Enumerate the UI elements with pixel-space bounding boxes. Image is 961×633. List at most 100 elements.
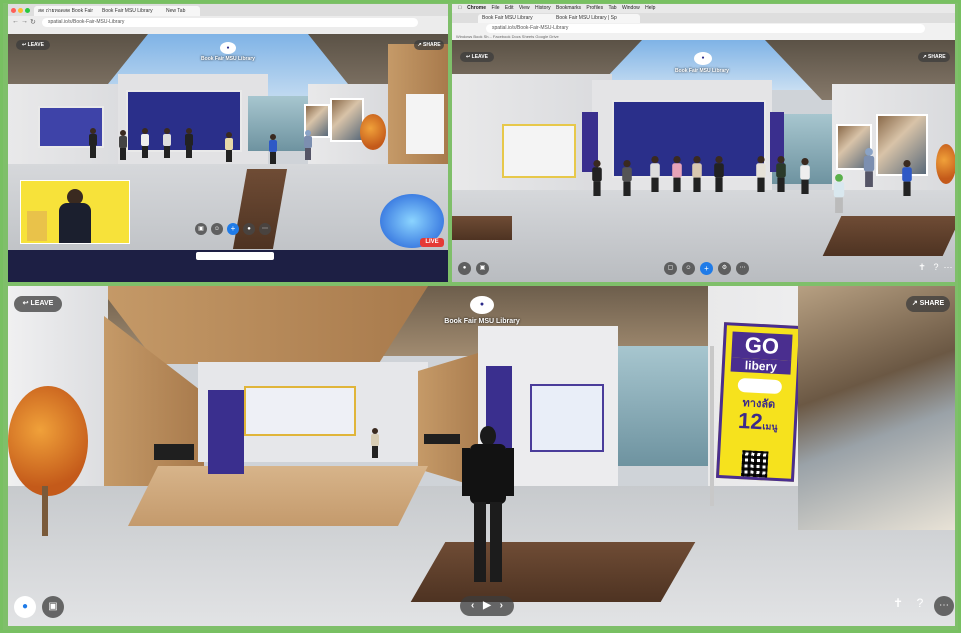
reload-icon[interactable]: ↻: [30, 18, 36, 26]
banner-logo: [737, 377, 783, 395]
taskbar-icons: [196, 252, 274, 260]
tab-live[interactable]: สด ถ่ายทอดสด Book Fair: [34, 6, 102, 16]
leave-icon: ↩: [22, 300, 29, 307]
share-label: SHARE: [928, 54, 946, 60]
alcove-bench-left: [154, 444, 194, 460]
emote-carousel[interactable]: ‹ ▶ ›: [460, 596, 514, 616]
menu-profiles[interactable]: Profiles: [586, 5, 603, 11]
camera-icon[interactable]: ▣: [476, 262, 489, 275]
panel-bottom: GO libery ทางลัด 12เมนู Book Fair MSU Li…: [8, 286, 955, 626]
chevron-left-icon[interactable]: ‹: [471, 600, 474, 611]
menu-icon[interactable]: ⋯: [942, 262, 954, 273]
center-screen: [530, 384, 604, 452]
alcove-bench-right: [424, 434, 460, 444]
menu-file[interactable]: File: [491, 5, 499, 11]
more-icon[interactable]: ⋯: [259, 223, 271, 235]
avatar: [138, 128, 152, 160]
avatar: [708, 156, 730, 204]
help-icon[interactable]: ?: [930, 262, 942, 272]
tab-bar: Book Fair MSU Library Book Fair MSU Libr…: [452, 13, 955, 23]
menu-help[interactable]: Help: [645, 5, 655, 11]
banner-pole: [710, 346, 714, 506]
menu-chrome[interactable]: Chrome: [467, 5, 486, 11]
leave-icon: ↩: [466, 54, 471, 60]
tab-new[interactable]: New Tab: [162, 6, 200, 16]
forward-icon[interactable]: →: [21, 18, 28, 25]
avatar: [222, 132, 236, 164]
avatar: [794, 158, 816, 206]
avatar: [825, 174, 854, 226]
avatar: [586, 160, 608, 208]
mic-icon[interactable]: ●: [14, 596, 36, 618]
avatar: [266, 134, 280, 166]
white-frame: [406, 94, 444, 154]
autumn-tree: [936, 144, 955, 184]
avatar: [855, 148, 884, 200]
avatar: [182, 128, 196, 160]
avatar: [300, 130, 316, 162]
room-logo: ●: [220, 42, 236, 54]
leave-button[interactable]: ↩ LEAVE: [460, 52, 494, 62]
apple-icon[interactable]: : [458, 5, 462, 11]
person-icon[interactable]: ✝: [916, 262, 928, 273]
avatar: [770, 156, 792, 204]
left-poster: [208, 390, 244, 474]
menu-bookmarks[interactable]: Bookmarks: [556, 5, 581, 11]
mic-icon[interactable]: ●: [458, 262, 471, 275]
leave-button[interactable]: ↩ LEAVE: [14, 296, 62, 312]
gear-icon[interactable]: ⚙: [718, 262, 731, 275]
share-button[interactable]: ↗ SHARE: [414, 40, 444, 50]
window-glass: [618, 346, 718, 466]
minimize-window-icon[interactable]: [18, 8, 23, 13]
leave-button[interactable]: ↩ LEAVE: [16, 40, 50, 50]
mic-icon[interactable]: ●: [243, 223, 255, 235]
banner-go: GO: [731, 331, 793, 361]
share-button[interactable]: ↗ SHARE: [906, 296, 950, 312]
more-icon[interactable]: ⋯: [736, 262, 749, 275]
play-icon[interactable]: ▶: [483, 600, 491, 611]
url-bar[interactable]: spatial.io/s/Book-Fair-MSU-Library: [42, 18, 418, 27]
emoji-icon[interactable]: ☺: [211, 223, 223, 235]
tab-bookfair[interactable]: Book Fair MSU Library: [98, 6, 166, 16]
webcam-overlay: [20, 180, 130, 244]
autumn-tree: [8, 386, 88, 496]
tree-trunk: [42, 486, 48, 536]
menu-window[interactable]: Window: [622, 5, 640, 11]
qr-code: [741, 450, 769, 478]
share-icon: ↗: [911, 300, 918, 307]
menu-history[interactable]: History: [535, 5, 551, 11]
bench-left: [452, 216, 512, 240]
help-icon[interactable]: ?: [912, 596, 928, 610]
menu-tab[interactable]: Tab: [608, 5, 616, 11]
plus-icon[interactable]: +: [700, 262, 713, 275]
close-window-icon[interactable]: [11, 8, 16, 13]
avatar: [666, 156, 688, 204]
avatar: [86, 128, 100, 160]
wood-floor: [128, 466, 428, 526]
camera-icon[interactable]: ▣: [42, 596, 64, 618]
room-title: Book Fair MSU Library: [201, 56, 255, 62]
panel-top-right:  Chrome File Edit View History Bookmark…: [452, 4, 955, 282]
avatar: [686, 156, 708, 204]
menu-view[interactable]: View: [519, 5, 530, 11]
avatar: [644, 156, 666, 204]
screen-share-icon[interactable]: ▢: [664, 262, 677, 275]
person-icon[interactable]: ✝: [890, 596, 906, 610]
browser-chrome: สด ถ่ายทอดสด Book Fair Book Fair MSU Lib…: [8, 4, 448, 35]
tab-bar: สด ถ่ายทอดสด Book Fair Book Fair MSU Lib…: [8, 4, 448, 16]
back-icon[interactable]: ←: [12, 18, 19, 25]
more-icon[interactable]: ⋯: [934, 596, 954, 616]
banner-menu: เมนู: [762, 421, 778, 432]
autumn-tree: [360, 114, 386, 150]
tab-spatial[interactable]: Book Fair MSU Library | Sp: [552, 14, 640, 23]
tab-bookfair[interactable]: Book Fair MSU Library: [478, 14, 556, 23]
chevron-right-icon[interactable]: ›: [500, 600, 503, 611]
maximize-window-icon[interactable]: [25, 8, 30, 13]
room-logo: ●: [470, 296, 494, 314]
plus-icon[interactable]: +: [227, 223, 239, 235]
share-button[interactable]: ↗ SHARE: [918, 52, 950, 62]
camera-icon[interactable]: ▣: [195, 223, 207, 235]
url-bar[interactable]: spatial.io/s/Book-Fair-MSU-Library: [486, 24, 925, 33]
emoji-icon[interactable]: ☺: [682, 262, 695, 275]
menu-edit[interactable]: Edit: [505, 5, 514, 11]
